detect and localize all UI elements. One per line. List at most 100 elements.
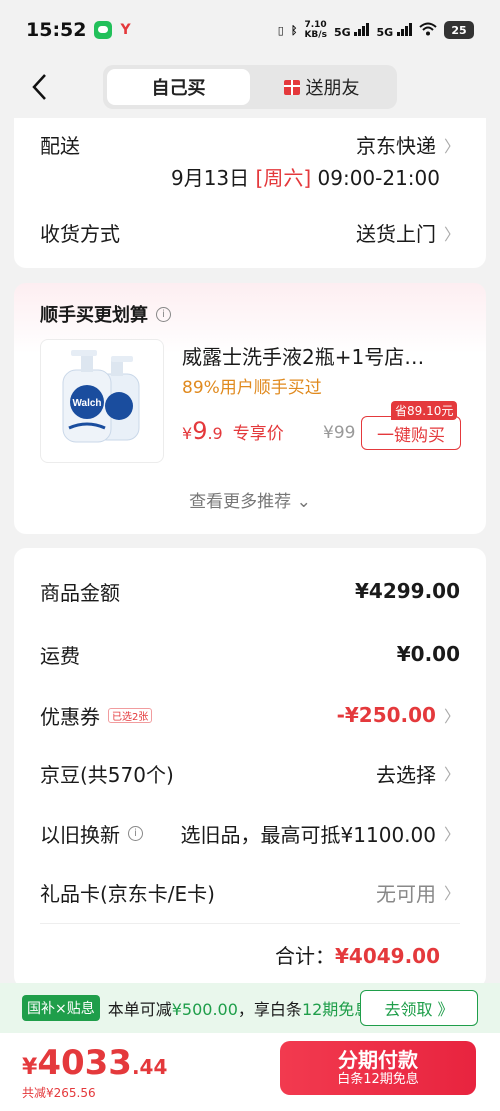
product-price: ¥ 9 .9 专享价 xyxy=(182,417,284,445)
chevron-down-icon: ⌄ xyxy=(296,492,311,512)
tab-buy-self[interactable]: 自己买 xyxy=(107,69,250,105)
receive-method-value: 送货上门 〉 xyxy=(356,218,460,247)
original-price: ¥99 xyxy=(323,423,356,443)
signal-5g-1: 5G xyxy=(334,22,370,39)
tab-send-friend-label: 送朋友 xyxy=(305,78,360,99)
wechat-icon xyxy=(94,21,113,39)
tab-send-friend[interactable]: 送朋友 xyxy=(250,69,393,105)
order-total: 合计：¥4049.00 xyxy=(275,940,440,969)
claim-button[interactable]: 去领取 》 xyxy=(360,990,478,1026)
signal-5g-2: 5G xyxy=(376,22,412,39)
delivery-date[interactable]: 9月13日 [周六] 09:00-21:00 xyxy=(171,162,440,191)
more-recommend-label: 查看更多推荐 xyxy=(189,492,292,512)
coupon-value-wrap: -¥250.00 〉 xyxy=(337,703,460,727)
receive-method-label: 收货方式 xyxy=(40,222,120,246)
net-label-2: 5G xyxy=(376,25,394,39)
receive-method-row[interactable]: 收货方式 送货上门 〉 xyxy=(40,218,460,247)
product-brand-text: Walch xyxy=(72,398,101,409)
subsidy-tag: 国补×贴息 xyxy=(22,995,100,1021)
more-recommend-link[interactable]: 查看更多推荐 ⌄ xyxy=(14,487,486,512)
subsidy-amount: ¥500.00 xyxy=(171,1000,238,1019)
speed-unit: KB/s xyxy=(304,30,327,40)
status-indicators: ▯ ᛒ 7.10 KB/s 5G 5G 25 xyxy=(278,20,474,40)
coupon-label: 优惠券 xyxy=(40,704,100,729)
info-icon[interactable]: i xyxy=(156,306,171,322)
speed-value: 7.10 xyxy=(304,20,327,30)
status-time: 15:52 xyxy=(26,19,87,41)
coupon-row[interactable]: 优惠券 已选2张 -¥250.00 〉 xyxy=(40,700,460,730)
jd-beans-value: 去选择 xyxy=(375,762,436,787)
gift-card-label: 礼品卡(京东卡/E卡) xyxy=(40,881,215,906)
total-value: ¥4049.00 xyxy=(334,944,440,968)
trade-in-row[interactable]: 以旧换新 i 选旧品，最高可抵¥1100.00 〉 xyxy=(40,818,460,848)
network-speed: 7.10 KB/s xyxy=(304,20,326,40)
bottom-bar: ¥ 4033 .44 共减¥265.56 分期付款 白条12期免息 xyxy=(0,1033,500,1111)
final-price: ¥ 4033 .44 xyxy=(22,1043,167,1083)
info-icon[interactable]: i xyxy=(128,825,143,841)
recommend-title: 顺手买更划算 i xyxy=(40,301,171,327)
trade-in-value: 选旧品，最高可抵¥1100.00 xyxy=(180,822,436,847)
chevron-right-icon: 〉 xyxy=(443,884,460,903)
installment-pay-button[interactable]: 分期付款 白条12期免息 xyxy=(280,1041,476,1095)
chevron-left-icon xyxy=(32,74,46,100)
subsidy-text-prefix: 本单可减 xyxy=(107,1000,172,1019)
delivery-card: 配送 京东快递 〉 9月13日 [周六] 09:00-21:00 收货方式 送货… xyxy=(14,118,486,268)
jd-beans-row[interactable]: 京豆(共570个) 去选择 〉 xyxy=(40,758,460,788)
goods-amount-row: 商品金额 ¥4299.00 xyxy=(40,576,460,606)
status-bar: 15:52 Y ▯ ᛒ 7.10 KB/s 5G 5G 25 xyxy=(0,0,500,60)
delivery-label: 配送 xyxy=(40,134,80,158)
pay-button-sublabel: 白条12期免息 xyxy=(337,1072,419,1087)
product-name[interactable]: 威露士洗手液2瓶+1号店… xyxy=(182,341,467,370)
delivery-row[interactable]: 配送 京东快递 〉 xyxy=(40,130,460,159)
coupon-selected-badge: 已选2张 xyxy=(108,707,153,723)
chevron-right-icon: 〉 xyxy=(443,707,460,726)
back-button[interactable] xyxy=(24,72,54,102)
vibrate-icon: ▯ xyxy=(277,23,284,37)
shipping-value: ¥0.00 xyxy=(396,642,460,666)
pay-button-label: 分期付款 xyxy=(338,1048,418,1072)
signal-bars-icon xyxy=(397,22,412,36)
price-decimal: .9 xyxy=(207,424,223,443)
jd-beans-value-wrap: 去选择 〉 xyxy=(376,759,460,788)
signal-bars-icon xyxy=(354,22,370,36)
header: 自己买 送朋友 xyxy=(0,60,500,116)
hand-soap-bottles-image: Walch xyxy=(62,350,140,443)
delivery-weekday: [周六] xyxy=(255,166,312,190)
wifi-icon xyxy=(419,22,437,39)
receive-method-text: 送货上门 xyxy=(355,222,436,246)
bluetooth-icon: ᛒ xyxy=(290,23,298,37)
price-symbol: ¥ xyxy=(182,424,193,443)
jd-notification-icon: Y xyxy=(120,22,131,38)
total-reduced[interactable]: 共减¥265.56 xyxy=(22,1084,96,1101)
recommend-title-text: 顺手买更划算 xyxy=(40,305,148,326)
summary-divider xyxy=(40,923,460,924)
goods-amount-label: 商品金额 xyxy=(40,580,120,605)
price-integer: 9 xyxy=(192,417,208,445)
chevron-right-icon: 〉 xyxy=(443,765,460,784)
chevron-right-icon: 〉 xyxy=(443,224,460,244)
subsidy-text-middle: ，享白条 xyxy=(237,1000,302,1019)
chevron-right-icon: 〉 xyxy=(443,825,460,844)
gift-card-value: 无可用 xyxy=(375,881,436,906)
delivery-date-day: 9月13日 xyxy=(170,166,250,190)
trade-in-label: 以旧换新 xyxy=(40,822,120,847)
gift-card-row[interactable]: 礼品卡(京东卡/E卡) 无可用 〉 xyxy=(40,877,460,907)
delivery-carrier: 京东快递 xyxy=(355,134,436,158)
one-click-buy-button[interactable]: 一键购买 xyxy=(361,416,461,450)
tab-buy-self-label: 自己买 xyxy=(151,78,206,99)
recommend-card: 顺手买更划算 i Walch 威露士洗手液2瓶+1号店… 89%用户顺手买过 ¥… xyxy=(14,283,486,534)
final-price-symbol: ¥ xyxy=(22,1055,38,1080)
price-tag: 专享价 xyxy=(232,424,284,444)
final-price-decimal: .44 xyxy=(131,1055,168,1079)
battery-indicator: 25 xyxy=(444,21,474,39)
chevron-right-icon: 〉 xyxy=(443,136,460,156)
gift-icon xyxy=(283,79,300,95)
product-image[interactable]: Walch xyxy=(40,339,164,463)
net-label-1: 5G xyxy=(333,25,351,39)
delivery-time-range: 09:00-21:00 xyxy=(317,166,441,190)
coupon-value: -¥250.00 xyxy=(336,703,436,727)
product-subtitle: 89%用户顺手买过 xyxy=(182,378,322,398)
goods-amount-value: ¥4299.00 xyxy=(354,579,460,603)
subsidy-bar: 国补×贴息 本单可减¥500.00，享白条12期免息 去领取 》 xyxy=(0,983,500,1033)
jd-beans-label: 京豆(共570个) xyxy=(40,762,174,787)
